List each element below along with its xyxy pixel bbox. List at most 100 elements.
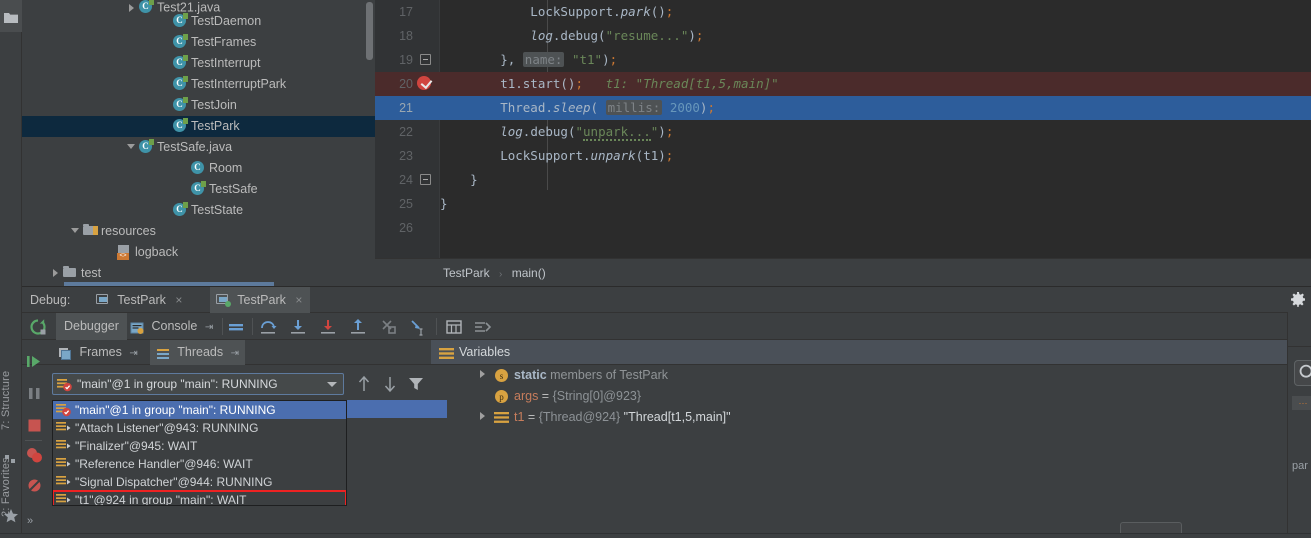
- tree-item-testframes[interactable]: C TestFrames: [22, 32, 375, 53]
- code-line-23[interactable]: 23 LockSupport.unpark(t1);: [375, 144, 1311, 168]
- chevron-expanded-icon[interactable]: [126, 141, 137, 152]
- variable-row[interactable]: t1 = {Thread@924} "Thread[t1,5,main]": [454, 407, 1199, 428]
- drop-frame-icon[interactable]: [378, 317, 398, 337]
- code-line-22[interactable]: 22 log.debug("unpark...");: [375, 120, 1311, 144]
- param-icon: p: [494, 389, 509, 404]
- breadcrumb-class[interactable]: TestPark: [443, 266, 490, 280]
- breadcrumb[interactable]: TestPark › main(): [375, 258, 1311, 286]
- variables-tree[interactable]: s static members of TestPark p args = {Stri…: [454, 365, 1199, 538]
- folder-glyph: [4, 13, 18, 23]
- rerun-icon[interactable]: [28, 317, 48, 337]
- thread-selector-value: "main"@1 in group "main": RUNNING: [77, 377, 278, 391]
- arrow-up-icon[interactable]: [354, 373, 374, 395]
- tree-item-test[interactable]: test: [22, 263, 375, 284]
- more-options-icon[interactable]: ···: [1292, 396, 1311, 410]
- step-out-icon[interactable]: [348, 317, 368, 337]
- thread-list-item[interactable]: "t1"@924 in group "main": WAIT: [53, 490, 346, 505]
- mute-breakpoints-side-icon[interactable]: [25, 476, 44, 495]
- step-into-icon[interactable]: [288, 317, 308, 337]
- project-tree-scrollbar[interactable]: [366, 2, 373, 60]
- resume-program-icon[interactable]: [25, 352, 44, 371]
- java-class-icon: C: [172, 201, 191, 217]
- breadcrumb-method[interactable]: main(): [512, 266, 546, 280]
- force-step-into-icon[interactable]: [318, 317, 338, 337]
- debug-tab-0[interactable]: TestPark ×: [90, 287, 190, 313]
- variable-row[interactable]: s static members of TestPark: [454, 365, 1199, 386]
- code-text: Thread.sleep( millis: 2000);: [440, 100, 715, 115]
- tree-item-testsafe-java[interactable]: C TestSafe.java: [22, 137, 375, 158]
- code-line-25[interactable]: 25}: [375, 192, 1311, 216]
- xml-file-icon: <>: [116, 244, 135, 260]
- tree-item-testinterrupt[interactable]: C TestInterrupt: [22, 53, 375, 74]
- breakpoint-icon[interactable]: [417, 76, 431, 90]
- thread-list-item[interactable]: "Reference Handler"@946: WAIT: [53, 455, 346, 473]
- tree-item-testsafe[interactable]: C TestSafe: [22, 179, 375, 200]
- chevron-expanded-icon[interactable]: [70, 225, 81, 236]
- pause-program-icon[interactable]: [25, 384, 44, 403]
- code-line-19[interactable]: 19 }, name: "t1");: [375, 48, 1311, 72]
- code-line-26[interactable]: 26: [375, 216, 1311, 240]
- subtab-debugger[interactable]: Debugger: [56, 313, 127, 340]
- tree-item-label: test: [81, 266, 102, 280]
- chevron-collapsed-icon[interactable]: [50, 267, 61, 278]
- show-execution-point-icon[interactable]: [226, 317, 246, 337]
- tree-item-testjoin[interactable]: C TestJoin: [22, 95, 375, 116]
- step-over-icon[interactable]: [258, 317, 278, 337]
- debug-tab-1[interactable]: TestPark ×: [210, 287, 311, 313]
- search-icon: [1299, 364, 1311, 378]
- subtab-console[interactable]: Console ⇥: [122, 313, 221, 340]
- tree-item-testpark[interactable]: C TestPark: [22, 116, 375, 137]
- svg-text:s: s: [500, 371, 504, 381]
- line-number: 24: [399, 173, 413, 187]
- fold-marker-icon[interactable]: [420, 174, 431, 185]
- tree-item-test21-java[interactable]: C Test21.java: [22, 0, 375, 14]
- view-breakpoints-icon[interactable]: [25, 446, 44, 465]
- arrow-down-icon[interactable]: [380, 373, 400, 395]
- gear-icon[interactable]: [1289, 291, 1307, 309]
- fold-marker-icon[interactable]: [420, 54, 431, 65]
- debug-tabbar: Debug: TestPark × TestPark ×: [22, 287, 1311, 313]
- tree-item-room[interactable]: C Room: [22, 158, 375, 179]
- code-line-21[interactable]: 21 Thread.sleep( millis: 2000);: [375, 96, 1311, 120]
- thread-selector-combo[interactable]: "main"@1 in group "main": RUNNING: [52, 373, 344, 395]
- debug-tab-0-label: TestPark: [117, 293, 166, 307]
- tab-frames-pin-icon[interactable]: ⇥: [129, 348, 137, 359]
- thread-list-item[interactable]: "Finalizer"@945: WAIT: [53, 437, 346, 455]
- code-line-17[interactable]: 17 LockSupport.park();: [375, 0, 1311, 24]
- tab-threads-pin-icon[interactable]: ⇥: [231, 348, 239, 359]
- tab-threads[interactable]: Threads ⇥: [150, 340, 245, 365]
- tab-frames[interactable]: Frames ⇥: [52, 340, 144, 365]
- more-actions-icon[interactable]: »: [27, 515, 33, 527]
- code-line-24[interactable]: 24 }: [375, 168, 1311, 192]
- filter-icon[interactable]: [406, 373, 426, 395]
- tree-item-resources[interactable]: resources: [22, 221, 375, 242]
- chevron-down-icon[interactable]: [327, 382, 337, 387]
- sidebar-tab-structure[interactable]: 7: Structure: [0, 352, 22, 448]
- thread-list-popup[interactable]: "main"@1 in group "main": RUNNING "Attach…: [52, 400, 347, 506]
- thread-list-item[interactable]: "Signal Dispatcher"@944: RUNNING: [53, 473, 346, 491]
- thread-list-item[interactable]: "main"@1 in group "main": RUNNING: [53, 401, 346, 419]
- code-line-20[interactable]: 20 t1.start(); t1: "Thread[t1,5,main]": [375, 72, 1311, 96]
- tree-item-teststate[interactable]: C TestState: [22, 200, 375, 221]
- chevron-collapsed-icon[interactable]: [478, 370, 488, 380]
- thread-list-item-label: "main"@1 in group "main": RUNNING: [75, 403, 276, 417]
- chevron-collapsed-icon[interactable]: [478, 412, 488, 422]
- thread-list-item[interactable]: "Attach Listener"@943: RUNNING: [53, 419, 346, 437]
- code-editor[interactable]: 17 LockSupport.park(); 18 log.debug("resu…: [375, 0, 1311, 258]
- project-folder-icon[interactable]: [0, 0, 22, 32]
- evaluate-expression-icon[interactable]: [444, 317, 464, 337]
- debug-tab-0-close-icon[interactable]: ×: [175, 293, 182, 307]
- mute-breakpoints-icon[interactable]: [472, 317, 492, 337]
- stop-icon[interactable]: [25, 416, 44, 435]
- variable-row[interactable]: p args = {String[0]@923}: [454, 386, 1199, 407]
- project-tree[interactable]: C Test21.java C TestDaemon C TestFrames C TestI…: [22, 0, 375, 286]
- tree-item-testdaemon[interactable]: C TestDaemon: [22, 11, 375, 32]
- subtab-console-pin-icon[interactable]: ⇥: [205, 322, 213, 333]
- tree-item-testinterruptpark[interactable]: C TestInterruptPark: [22, 74, 375, 95]
- code-line-18[interactable]: 18 log.debug("resume...");: [375, 24, 1311, 48]
- search-button[interactable]: [1294, 360, 1311, 386]
- debug-tab-1-close-icon[interactable]: ×: [295, 293, 302, 307]
- run-to-cursor-icon[interactable]: [408, 317, 428, 337]
- tree-item-logback[interactable]: <> logback: [22, 242, 375, 263]
